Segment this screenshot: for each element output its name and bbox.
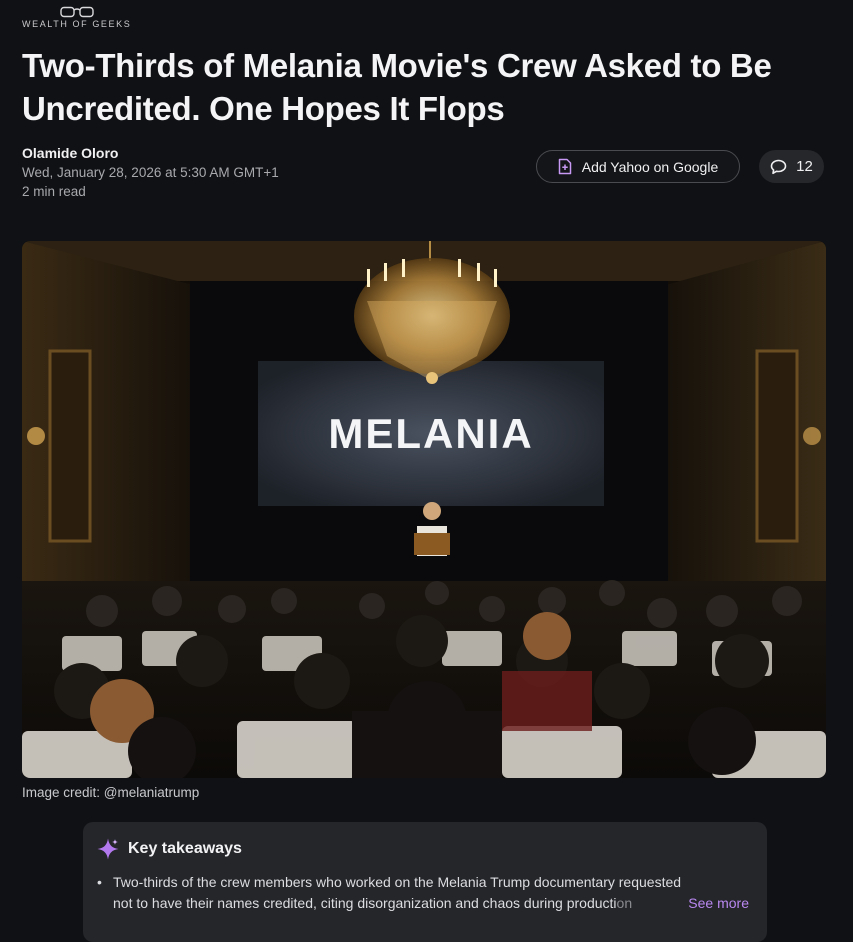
comments-button[interactable]: 12 bbox=[759, 150, 824, 183]
article-meta: Olamide Oloro Wed, January 28, 2026 at 5… bbox=[22, 145, 279, 199]
article-title: Two-Thirds of Melania Movie's Crew Asked… bbox=[22, 47, 772, 127]
speech-bubble-icon bbox=[770, 159, 787, 174]
image-caption: Image credit: @melaniatrump bbox=[22, 785, 200, 800]
key-takeaways-title: Key takeaways bbox=[128, 840, 242, 857]
brand-name: WEALTH OF GEEKS bbox=[22, 19, 132, 29]
takeaway-line-1: Two-thirds of the crew members who worke… bbox=[113, 874, 682, 890]
bullet-icon: • bbox=[97, 874, 102, 890]
comment-count: 12 bbox=[796, 158, 813, 175]
key-takeaways-panel: Key takeaways • Two-thirds of the crew m… bbox=[83, 822, 767, 942]
sparkle-icon bbox=[97, 838, 119, 860]
screen-title: MELANIA bbox=[328, 410, 533, 457]
add-yahoo-on-google-button[interactable]: Add Yahoo on Google bbox=[536, 150, 740, 183]
author-name[interactable]: Olamide Oloro bbox=[22, 145, 279, 161]
event-photo: MELANIA bbox=[22, 241, 826, 778]
publish-date: Wed, January 28, 2026 at 5:30 AM GMT+1 bbox=[22, 165, 279, 180]
add-google-label: Add Yahoo on Google bbox=[581, 158, 719, 175]
takeaway-item: • Two-thirds of the crew members who wor… bbox=[97, 872, 749, 914]
takeaway-line-2-fade: on bbox=[616, 895, 633, 911]
document-plus-icon bbox=[558, 158, 571, 175]
glasses-logo-icon bbox=[60, 6, 94, 18]
see-more-link[interactable]: See more bbox=[678, 893, 749, 914]
hero-image[interactable]: MELANIA bbox=[22, 241, 826, 778]
read-time: 2 min read bbox=[22, 184, 86, 199]
brand-logo[interactable]: WEALTH OF GEEKS bbox=[22, 6, 132, 29]
key-takeaways-header: Key takeaways bbox=[97, 838, 242, 860]
takeaway-line-2: not to have their names credited, citing… bbox=[113, 895, 617, 911]
